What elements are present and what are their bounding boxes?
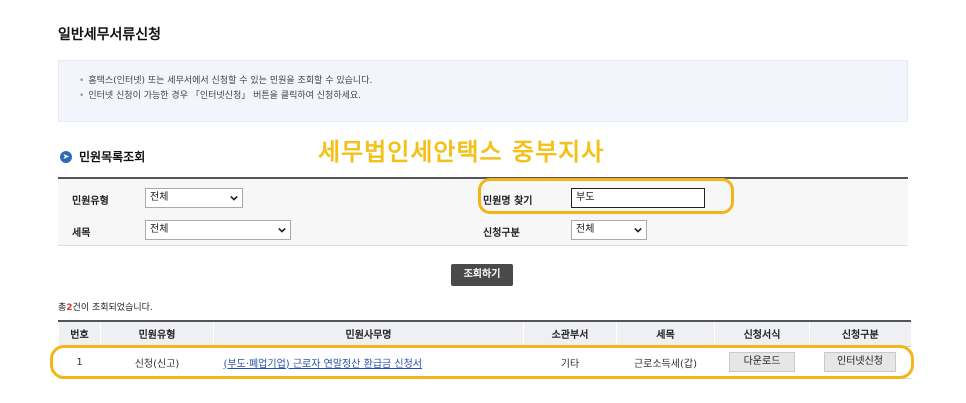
result-table: 번호 민원유형 민원사무명 소관부서 세목 신청서식 신청구분 1 신청(신고)… [58, 320, 911, 379]
section-title: 민원목록조회 [79, 150, 146, 164]
watermark-text: 세무법인세안택스 중부지사 [318, 138, 605, 166]
column-header: 신청구분 [809, 320, 911, 347]
page-title: 일반세무서류신청 [58, 27, 162, 43]
petition-name-input[interactable]: 부도 [571, 188, 705, 208]
chevron-down-icon [634, 227, 642, 233]
row-form-cell: 다운로드 [714, 346, 810, 379]
table-row: 1 신청(신고) (부도·폐업기업) 근로자 연말정산 환급금 신청서 기타 근… [58, 346, 911, 379]
petition-type-select[interactable]: 전체 [145, 188, 243, 208]
result-count: 총2건이 조회되었습니다. [58, 303, 153, 313]
column-header: 민원유형 [100, 320, 214, 347]
row-tax-item: 근로소득세(갑) [616, 346, 715, 379]
chevron-down-icon [278, 227, 286, 233]
column-header: 민원사무명 [213, 320, 524, 347]
apply-type-label: 신청구분 [483, 228, 520, 239]
column-header: 번호 [58, 320, 101, 347]
table-header-row: 번호 민원유형 민원사무명 소관부서 세목 신청서식 신청구분 [58, 320, 911, 347]
tax-item-select[interactable]: 전체 [145, 220, 291, 240]
notice-line: • 인터넷 신청이 가능한 경우 「인터넷신청」 버튼을 클릭하여 신청하세요. [79, 91, 362, 101]
notice-box: • 홈택스(인터넷) 또는 세무서에서 신청할 수 있는 민원을 조회할 수 있습… [58, 60, 908, 122]
internet-apply-button[interactable]: 인터넷신청 [824, 352, 896, 372]
petition-type-label: 민원유형 [72, 196, 109, 207]
petition-name-link[interactable]: (부도·폐업기업) 근로자 연말정산 환급금 신청서 [224, 359, 423, 370]
tax-item-label: 세목 [72, 228, 91, 239]
section-header: ➤ 민원목록조회 [60, 148, 145, 165]
petition-name-label: 민원명 찾기 [483, 196, 533, 207]
download-button[interactable]: 다운로드 [729, 352, 795, 372]
column-header: 신청서식 [714, 320, 810, 347]
column-header: 소관부서 [523, 320, 617, 347]
row-petition-name-cell: (부도·폐업기업) 근로자 연말정산 환급금 신청서 [213, 346, 524, 379]
bullet-icon: • [79, 76, 85, 86]
row-number: 1 [58, 346, 101, 379]
chevron-down-icon [230, 195, 238, 201]
search-panel: 민원유형 전체 세목 전체 민원명 찾기 부도 신청구분 전체 [58, 177, 908, 246]
notice-line: • 홈택스(인터넷) 또는 세무서에서 신청할 수 있는 민원을 조회할 수 있습… [79, 76, 373, 86]
search-button[interactable]: 조회하기 [451, 264, 513, 286]
row-apply-cell: 인터넷신청 [809, 346, 911, 379]
bullet-icon: • [79, 91, 85, 101]
column-header: 세목 [616, 320, 715, 347]
apply-type-select[interactable]: 전체 [571, 220, 647, 240]
row-petition-type: 신청(신고) [100, 346, 214, 379]
row-department: 기타 [523, 346, 617, 379]
circle-arrow-right-icon: ➤ [60, 150, 72, 163]
